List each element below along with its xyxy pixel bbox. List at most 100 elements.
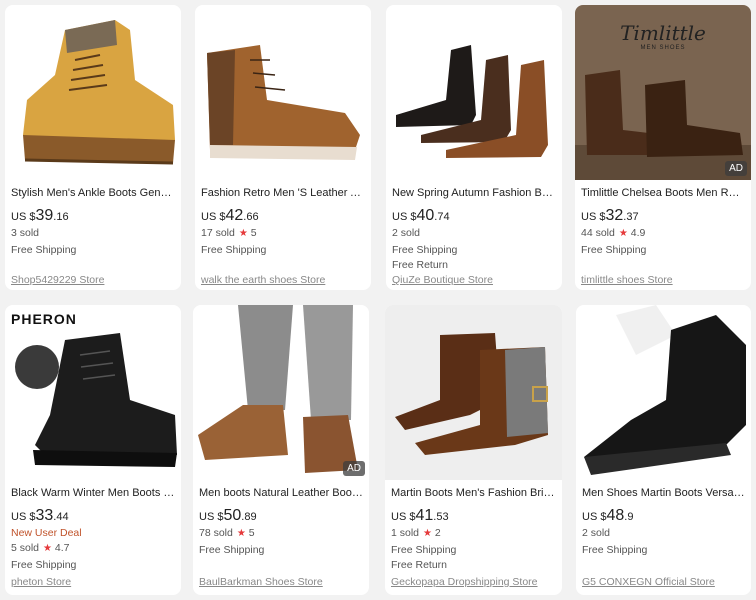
price-cents: .44 — [53, 511, 69, 523]
price-cents: .37 — [623, 211, 639, 223]
product-card[interactable]: AD Men boots Natural Leather Boots f... … — [193, 305, 369, 595]
product-title[interactable]: Fashion Retro Men 'S Leather Ankl... — [201, 186, 365, 200]
product-price: US $41.53 — [391, 507, 556, 526]
rating-value: 4.7 — [54, 542, 70, 554]
shipping-label: Free Shipping — [582, 544, 648, 556]
product-image[interactable] — [576, 305, 751, 480]
product-card[interactable]: New Spring Autumn Fashion Brow... US $40… — [386, 5, 562, 290]
boot-image-jeans-boots — [198, 305, 358, 473]
store-link[interactable]: G5 CONXEGN Official Store — [582, 576, 715, 588]
price-cents: .74 — [434, 211, 450, 223]
price-cents: .53 — [433, 511, 449, 523]
price-currency: US $ — [201, 211, 226, 223]
store-link[interactable]: walk the earth shoes Store — [201, 274, 325, 286]
price-main: 33 — [35, 507, 54, 524]
sold-text: 1 sold — [391, 527, 420, 539]
sold-count: 5 sold ★ 4.7 — [11, 541, 175, 556]
shipping-label: Free Shipping — [11, 559, 77, 571]
store-link[interactable]: Shop5429229 Store — [11, 274, 104, 286]
product-card[interactable]: Men Shoes Martin Boots Versatile ... US … — [576, 305, 751, 595]
store-link[interactable]: Geckopapa Dropshipping Store — [391, 576, 538, 588]
rating-value: 5 — [248, 527, 255, 539]
sold-count: 3 sold — [11, 227, 40, 239]
product-price: US $32.37 — [581, 207, 745, 226]
product-title[interactable]: Stylish Men's Ankle Boots Genuine... — [11, 186, 175, 200]
product-image[interactable] — [385, 305, 562, 480]
product-price: US $39.16 — [11, 207, 175, 226]
product-image[interactable] — [386, 5, 562, 180]
price-currency: US $ — [392, 211, 417, 223]
star-icon: ★ — [238, 228, 248, 239]
product-title[interactable]: Timlittle Chelsea Boots Men Retro ... — [581, 186, 745, 200]
brand-logo: Timlittle — [620, 21, 706, 45]
product-title[interactable]: New Spring Autumn Fashion Brow... — [392, 186, 556, 200]
product-image[interactable]: Timlittle MEN SHOES AD — [575, 5, 751, 180]
boot-image-tan-work-boot — [23, 20, 175, 165]
product-title[interactable]: Men Shoes Martin Boots Versatile ... — [582, 486, 745, 500]
rating-value: 2 — [434, 527, 441, 539]
price-main: 32 — [605, 207, 624, 224]
product-image[interactable] — [5, 5, 181, 180]
sold-text: 44 sold — [581, 227, 615, 239]
price-main: 41 — [415, 507, 434, 524]
product-image[interactable] — [195, 5, 371, 180]
sold-count: 1 sold ★ 2 — [391, 526, 556, 541]
price-cents: .66 — [243, 211, 259, 223]
brand-subtitle: MEN SHOES — [640, 45, 686, 51]
price-main: 48 — [606, 507, 625, 524]
price-main: 40 — [416, 207, 435, 224]
store-link[interactable]: pheton Store — [11, 576, 71, 588]
sold-count: 2 sold — [582, 527, 611, 539]
rating-value: 5 — [250, 227, 257, 239]
boot-image-buckle-boots — [385, 305, 562, 480]
product-card[interactable]: Martin Boots Men's Fashion Britis... US … — [385, 305, 562, 595]
ad-badge: AD — [343, 461, 365, 476]
price-cents: .16 — [53, 211, 69, 223]
sold-count: 2 sold — [392, 227, 421, 239]
boot-image-black-winter-boot — [15, 333, 177, 467]
product-price: US $40.74 — [392, 207, 556, 226]
boot-image-three-boots — [396, 45, 548, 158]
boot-image-black-slipon-boot — [584, 305, 746, 475]
store-link[interactable]: timlittle shoes Store — [581, 274, 673, 286]
price-cents: .89 — [241, 511, 257, 523]
product-price: US $33.44 — [11, 507, 175, 526]
price-main: 39 — [35, 207, 54, 224]
price-main: 42 — [225, 207, 244, 224]
product-card[interactable]: Fashion Retro Men 'S Leather Ankl... US … — [195, 5, 371, 290]
sold-count: 44 sold ★ 4.9 — [581, 226, 745, 241]
product-image[interactable]: PHERON — [5, 305, 181, 480]
rating-value: 4.9 — [630, 227, 646, 239]
product-price: US $48.9 — [582, 507, 745, 526]
boot-image-brown-lace-boot — [207, 45, 360, 160]
shipping-label: Free Shipping — [391, 544, 457, 556]
product-image[interactable]: AD — [193, 305, 369, 480]
product-card[interactable]: PHERON Black Warm Winter Men Boots Ge...… — [5, 305, 181, 595]
star-icon: ★ — [618, 228, 628, 239]
price-currency: US $ — [11, 511, 36, 523]
star-icon: ★ — [423, 528, 432, 539]
price-currency: US $ — [391, 511, 416, 523]
product-price: US $50.89 — [199, 507, 363, 526]
price-currency: US $ — [11, 211, 36, 223]
product-title[interactable]: Martin Boots Men's Fashion Britis... — [391, 486, 556, 500]
product-price: US $42.66 — [201, 207, 365, 226]
store-link[interactable]: QiuZe Boutique Store — [392, 274, 493, 286]
sold-text: 78 sold — [199, 527, 233, 539]
product-title[interactable]: Men boots Natural Leather Boots f... — [199, 486, 363, 500]
product-card[interactable]: Timlittle MEN SHOES AD Timlittle Chelsea… — [575, 5, 751, 290]
shipping-label: Free Shipping — [392, 244, 458, 256]
shipping-label: Free Shipping — [201, 244, 267, 256]
shipping-label: Free Shipping — [11, 244, 77, 256]
product-title[interactable]: Black Warm Winter Men Boots Ge... — [11, 486, 175, 500]
price-cents: .9 — [624, 511, 634, 523]
store-link[interactable]: BaulBarkman Shoes Store — [199, 576, 323, 588]
deal-label: New User Deal — [11, 527, 82, 539]
product-card[interactable]: Stylish Men's Ankle Boots Genuine... US … — [5, 5, 181, 290]
price-currency: US $ — [199, 511, 224, 523]
shipping-label: Free Shipping — [581, 244, 647, 256]
star-icon: ★ — [236, 528, 246, 539]
sold-text: 17 sold — [201, 227, 235, 239]
price-currency: US $ — [581, 211, 606, 223]
ad-badge: AD — [725, 161, 747, 176]
